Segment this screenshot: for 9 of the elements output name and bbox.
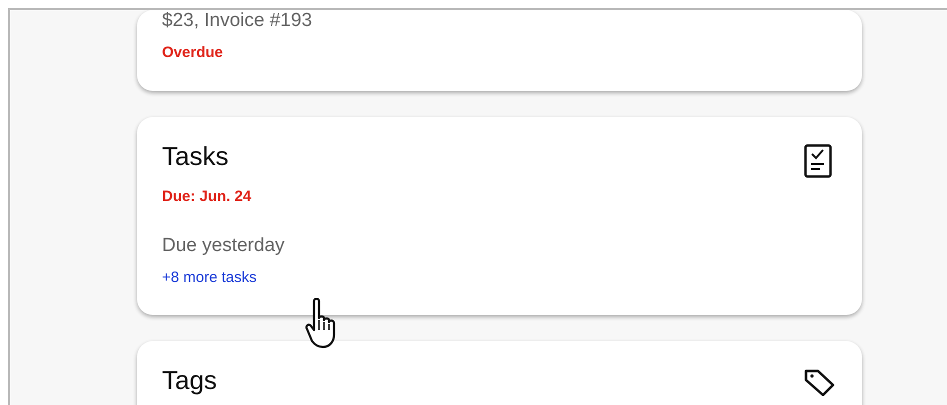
item-detail: Due yesterday (162, 235, 286, 257)
more-link[interactable]: +8 more tasks (162, 269, 257, 286)
tag-icon (804, 368, 836, 396)
item-detail: $23, Invoice #193 (162, 10, 314, 32)
due-status: Due: Jun. 24 (162, 188, 252, 205)
checklist-icon (804, 144, 832, 178)
due-status: Overdue (162, 44, 224, 61)
card-title: Tasks (162, 141, 228, 172)
card-title: Tags (162, 365, 217, 396)
